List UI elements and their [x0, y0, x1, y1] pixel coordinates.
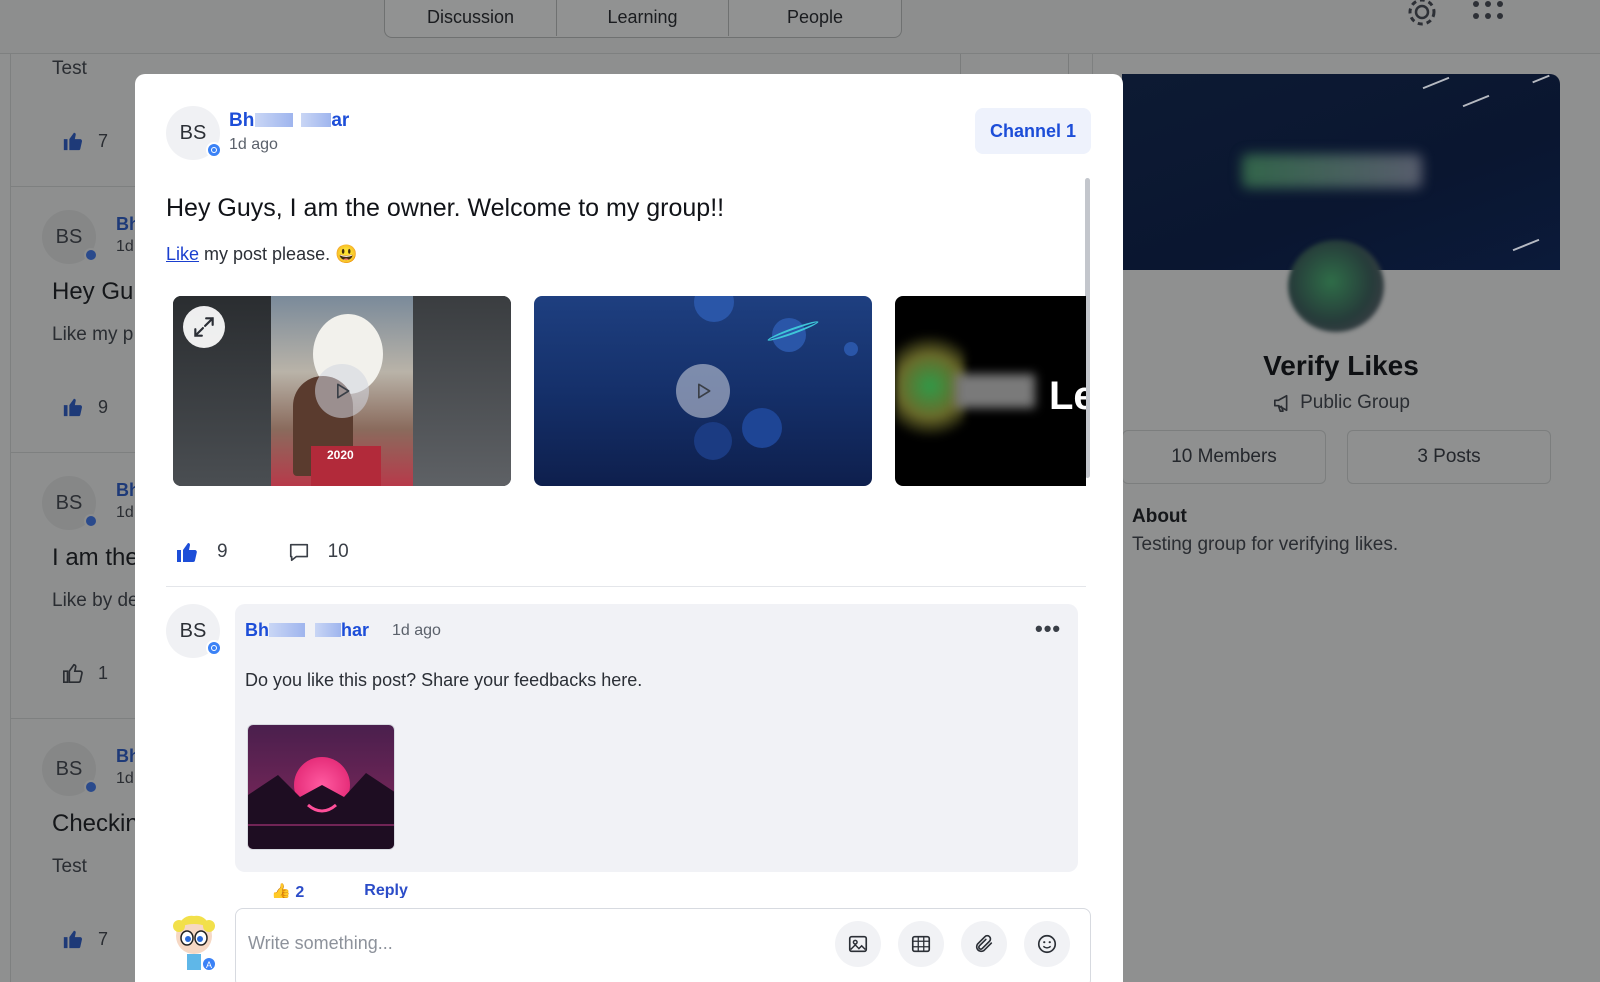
thumbs-up-outline-icon: [63, 663, 83, 683]
like-count: 1: [98, 662, 109, 683]
current-user-avatar[interactable]: A: [167, 912, 221, 972]
thumbs-up-icon: [63, 132, 83, 151]
comment-count: 10: [327, 541, 349, 562]
comment-text: Do you like this post? Share your feedba…: [245, 670, 643, 690]
like-count: 7: [98, 130, 109, 151]
expand-icon[interactable]: [183, 306, 225, 348]
post-title: Checkin: [52, 810, 139, 837]
group-name: Verify Likes: [1263, 350, 1419, 381]
comment-time: 1d ago: [392, 622, 441, 639]
thumbs-up-icon: [63, 930, 83, 949]
post-body: Like by de: [52, 590, 139, 611]
like-count: 9: [98, 396, 109, 417]
post-title: Hey Gu: [52, 278, 134, 305]
media-video-2[interactable]: [534, 296, 872, 486]
column-divider: [1068, 54, 1069, 76]
gear-icon[interactable]: [1404, 0, 1440, 30]
like-button[interactable]: 7: [62, 130, 108, 152]
post-time: 1d: [116, 504, 134, 521]
like-link[interactable]: Like: [166, 244, 199, 264]
avatar: BS: [42, 210, 98, 264]
post-time: 1d ago: [229, 136, 278, 153]
image-caption: Le: [1049, 374, 1086, 418]
tab-discussion[interactable]: Discussion: [385, 0, 557, 36]
avatar: BS: [42, 476, 98, 530]
video-caption: 2020: [327, 448, 354, 462]
reply-button[interactable]: Reply: [364, 882, 408, 898]
post-modal: BS Bh ar 1d ago Channel 1 Hey Guys, I am …: [135, 74, 1123, 982]
author-avatar[interactable]: BS: [166, 106, 222, 160]
comment-icon: [289, 543, 308, 562]
write-comment-input[interactable]: [248, 929, 808, 957]
post-body: Test: [52, 856, 87, 877]
commenter-avatar[interactable]: BS: [166, 604, 222, 658]
comment-like-button[interactable]: 👍 2: [271, 882, 304, 898]
comment-button[interactable]: 10: [288, 541, 349, 563]
top-bar: Discussion Learning People: [0, 0, 1600, 54]
thumbs-up-icon: [177, 543, 197, 563]
column-divider: [960, 54, 961, 76]
channel-button[interactable]: Channel 1: [975, 108, 1091, 154]
members-stat[interactable]: 10 Members: [1122, 430, 1326, 484]
reaction-bar: 9 10: [175, 540, 349, 564]
like-button[interactable]: 9: [175, 540, 228, 564]
group-type: Public Group: [1122, 392, 1560, 414]
comment-image[interactable]: [247, 724, 395, 850]
like-count: 9: [217, 541, 228, 562]
avatar: BS: [42, 742, 98, 796]
about-text: Testing group for verifying likes.: [1132, 534, 1399, 555]
megaphone-icon: [1274, 394, 1288, 412]
post-time: 1d: [116, 770, 134, 787]
media-image-3[interactable]: Le: [895, 296, 1086, 486]
commenter-name[interactable]: Bh har: [245, 620, 369, 641]
like-button[interactable]: 7: [62, 928, 108, 950]
group-logo: [1288, 240, 1384, 332]
media-carousel: 2020 Le: [173, 296, 1086, 486]
like-button[interactable]: 1: [62, 662, 108, 684]
grid-icon[interactable]: [1470, 0, 1506, 30]
play-icon[interactable]: [315, 364, 369, 418]
attachment-icon[interactable]: [961, 921, 1007, 967]
media-video-1[interactable]: 2020: [173, 296, 511, 486]
author-name[interactable]: Bh ar: [229, 110, 349, 132]
tab-people[interactable]: People: [729, 0, 901, 36]
post-time: 1d: [116, 238, 134, 255]
posts-stat[interactable]: 3 Posts: [1347, 430, 1551, 484]
post-body: Test: [52, 58, 87, 79]
more-options-icon[interactable]: •••: [1035, 616, 1061, 642]
thumbs-up-icon: [63, 398, 83, 417]
main-tabs: Discussion Learning People: [384, 0, 902, 38]
about-heading: About: [1132, 506, 1187, 527]
admin-badge-icon: [206, 142, 222, 158]
comment-actions: 👍 2 Reply: [271, 882, 408, 898]
image-icon[interactable]: [835, 921, 881, 967]
like-count: 7: [98, 928, 109, 949]
post-body: Like my p: [52, 324, 134, 345]
play-icon[interactable]: [676, 364, 730, 418]
post-title: Hey Guys, I am the owner. Welcome to my …: [166, 194, 725, 222]
post-body: Like my post please. 😃: [166, 244, 358, 264]
divider: [166, 586, 1086, 587]
like-button[interactable]: 9: [62, 396, 108, 418]
video-icon[interactable]: [898, 921, 944, 967]
admin-badge-icon: [206, 640, 222, 656]
svg-text:A: A: [206, 960, 212, 970]
post-title: I am the: [52, 544, 139, 571]
emoji-icon[interactable]: [1024, 921, 1070, 967]
comment: Bh har 1d ago ••• Do you like this post? …: [235, 604, 1078, 872]
tab-learning[interactable]: Learning: [557, 0, 729, 36]
comment-composer: [235, 908, 1091, 982]
